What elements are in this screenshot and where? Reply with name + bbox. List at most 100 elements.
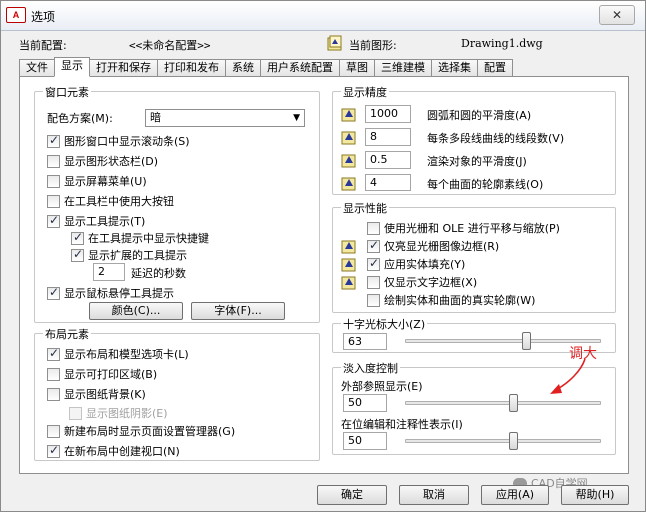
color-scheme-row: 配色方案(M): xyxy=(47,110,113,126)
cancel-button[interactable]: 取消 xyxy=(399,485,469,505)
tab-selection[interactable]: 选择集 xyxy=(431,59,478,77)
xref-display-input[interactable]: 50 xyxy=(343,394,387,412)
display-resolution-title: 显示精度 xyxy=(341,84,389,100)
checkbox-solid-fill[interactable]: 应用实体填充(Y) xyxy=(367,256,465,272)
checkbox-screen-menu[interactable]: 显示屏幕菜单(U) xyxy=(47,173,147,189)
color-scheme-select[interactable]: 暗 ▼ xyxy=(145,109,305,127)
rendered-smoothness-input[interactable]: 0.5 xyxy=(365,151,411,169)
checkbox-icon[interactable] xyxy=(367,293,380,307)
checkbox-large-buttons[interactable]: 在工具栏中使用大按钮 xyxy=(47,193,174,209)
checkbox-layout-model-tabs[interactable]: 显示布局和模型选项卡(L) xyxy=(47,346,189,362)
tooltip-delay-label: 延迟的秒数 xyxy=(131,267,186,280)
current-drawing-value: Drawing1.dwg xyxy=(461,37,543,50)
checkbox-label: 绘制实体和曲面的真实轮廓(W) xyxy=(384,294,536,307)
current-drawing-label: 当前图形: xyxy=(349,39,397,52)
drawing-saved-setting-icon xyxy=(341,240,356,254)
xref-display-slider-thumb[interactable] xyxy=(508,394,518,412)
drawing-file-icon xyxy=(327,35,342,51)
checkbox-icon[interactable] xyxy=(71,247,84,262)
checkbox-label: 显示鼠标悬停工具提示 xyxy=(64,287,174,300)
window-elements-title: 窗口元素 xyxy=(43,84,91,100)
display-resolution-group: 显示精度 1000 圆弧和圆的平滑度(A) 8 每条多段线曲线的线段数(V) 0… xyxy=(332,84,616,195)
checkbox-paper-background[interactable]: 显示图纸背景(K) xyxy=(47,386,146,402)
checkbox-icon[interactable] xyxy=(47,285,60,300)
arc-smoothness-input[interactable]: 1000 xyxy=(365,105,411,123)
contour-lines-input[interactable]: 4 xyxy=(365,174,411,191)
drawing-saved-setting-icon xyxy=(341,258,356,272)
checkbox-icon xyxy=(69,406,82,420)
layout-elements-group: 布局元素 显示布局和模型选项卡(L) 显示可打印区域(B) 显示图纸背景(K) … xyxy=(34,326,320,461)
tab-system[interactable]: 系统 xyxy=(225,59,261,77)
display-performance-title: 显示性能 xyxy=(341,200,389,216)
tab-3d-modeling[interactable]: 三维建模 xyxy=(374,59,432,77)
tab-user-preferences[interactable]: 用户系统配置 xyxy=(260,59,340,77)
contour-lines-label: 每个曲面的轮廓素线(O) xyxy=(427,178,544,191)
checkbox-icon[interactable] xyxy=(367,238,380,253)
xref-display-label: 外部参照显示(E) xyxy=(341,380,423,393)
checkbox-icon[interactable] xyxy=(47,194,60,208)
checkbox-show-tooltips[interactable]: 显示工具提示(T) xyxy=(47,213,145,229)
checkbox-paper-shadow: 显示图纸阴影(E) xyxy=(69,405,168,421)
apply-button[interactable]: 应用(A) xyxy=(481,485,549,505)
checkbox-drawing-status-bar[interactable]: 显示图形状态栏(D) xyxy=(47,153,158,169)
drawing-saved-setting-icon xyxy=(341,108,356,122)
checkbox-label: 新建布局时显示页面设置管理器(G) xyxy=(64,425,236,438)
checkbox-icon[interactable] xyxy=(47,133,60,148)
drawing-saved-setting-icon xyxy=(341,276,356,290)
rendered-smoothness-label: 渲染对象的平滑度(J) xyxy=(427,155,527,168)
polyline-segments-label: 每条多段线曲线的线段数(V) xyxy=(427,132,565,145)
crosshair-size-slider-thumb[interactable] xyxy=(522,332,532,350)
checkbox-create-viewport[interactable]: 在新布局中创建视口(N) xyxy=(47,443,180,459)
chevron-down-icon: ▼ xyxy=(293,113,300,123)
checkbox-icon[interactable] xyxy=(47,424,60,438)
colors-button[interactable]: 颜色(C)... xyxy=(89,302,183,320)
checkbox-icon[interactable] xyxy=(367,221,380,235)
tooltip-delay-input[interactable]: 2 xyxy=(93,263,125,281)
checkbox-highlight-raster-frame[interactable]: 仅亮显光栅图像边框(R) xyxy=(367,238,499,254)
crosshair-size-input[interactable]: 63 xyxy=(343,333,387,350)
checkbox-rollover-tooltips[interactable]: 显示鼠标悬停工具提示 xyxy=(47,285,174,301)
checkbox-icon[interactable] xyxy=(71,230,84,245)
checkbox-true-silhouettes[interactable]: 绘制实体和曲面的真实轮廓(W) xyxy=(367,292,535,308)
checkbox-shortcut-keys-in-tooltips[interactable]: 在工具提示中显示快捷键 xyxy=(71,230,209,246)
checkbox-extended-tooltips[interactable]: 显示扩展的工具提示 xyxy=(71,247,187,263)
annotation-arrow-icon xyxy=(550,358,586,394)
tab-display[interactable]: 显示 xyxy=(54,57,90,77)
xref-display-slider-track[interactable] xyxy=(405,401,601,405)
tab-plot-and-publish[interactable]: 打印和发布 xyxy=(157,59,226,77)
checkbox-raster-ole-pan-zoom[interactable]: 使用光栅和 OLE 进行平移与缩放(P) xyxy=(367,220,560,236)
checkbox-icon[interactable] xyxy=(47,346,60,361)
checkbox-page-setup-manager[interactable]: 新建布局时显示页面设置管理器(G) xyxy=(47,423,235,439)
tab-files[interactable]: 文件 xyxy=(19,59,55,77)
checkbox-icon[interactable] xyxy=(367,256,380,271)
help-button[interactable]: 帮助(H) xyxy=(561,485,629,505)
checkbox-icon[interactable] xyxy=(47,174,60,188)
checkbox-label: 在工具提示中显示快捷键 xyxy=(88,232,209,245)
ok-button[interactable]: 确定 xyxy=(317,485,387,505)
in-place-edit-slider-thumb[interactable] xyxy=(508,432,518,450)
checkbox-icon[interactable] xyxy=(367,275,380,289)
checkbox-label: 应用实体填充(Y) xyxy=(384,258,466,271)
options-dialog: A 选项 ✕ 当前配置: <<未命名配置>> 当前图形: Drawing1.dw… xyxy=(0,0,646,512)
tab-drafting[interactable]: 草图 xyxy=(339,59,375,77)
in-place-edit-input[interactable]: 50 xyxy=(343,432,387,450)
fade-control-title: 淡入度控制 xyxy=(341,360,400,376)
in-place-edit-slider-track[interactable] xyxy=(405,439,601,443)
fonts-button[interactable]: 字体(F)... xyxy=(191,302,285,320)
checkbox-icon[interactable] xyxy=(47,367,60,381)
checkbox-icon[interactable] xyxy=(47,213,60,228)
checkbox-text-boundary-frame[interactable]: 仅显示文字边框(X) xyxy=(367,274,477,290)
checkbox-scrollbars[interactable]: 图形窗口中显示滚动条(S) xyxy=(47,133,190,149)
checkbox-icon[interactable] xyxy=(47,154,60,168)
checkbox-label: 仅显示文字边框(X) xyxy=(384,276,478,289)
tab-open-and-save[interactable]: 打开和保存 xyxy=(89,59,158,77)
checkbox-printable-area[interactable]: 显示可打印区域(B) xyxy=(47,366,157,382)
polyline-segments-input[interactable]: 8 xyxy=(365,128,411,146)
checkbox-label: 在工具栏中使用大按钮 xyxy=(64,195,174,208)
tab-profiles[interactable]: 配置 xyxy=(477,59,513,77)
checkbox-icon[interactable] xyxy=(47,443,60,458)
checkbox-label: 显示布局和模型选项卡(L) xyxy=(64,348,189,361)
checkbox-label: 图形窗口中显示滚动条(S) xyxy=(64,135,190,148)
close-button[interactable]: ✕ xyxy=(599,5,635,25)
checkbox-icon[interactable] xyxy=(47,387,60,401)
